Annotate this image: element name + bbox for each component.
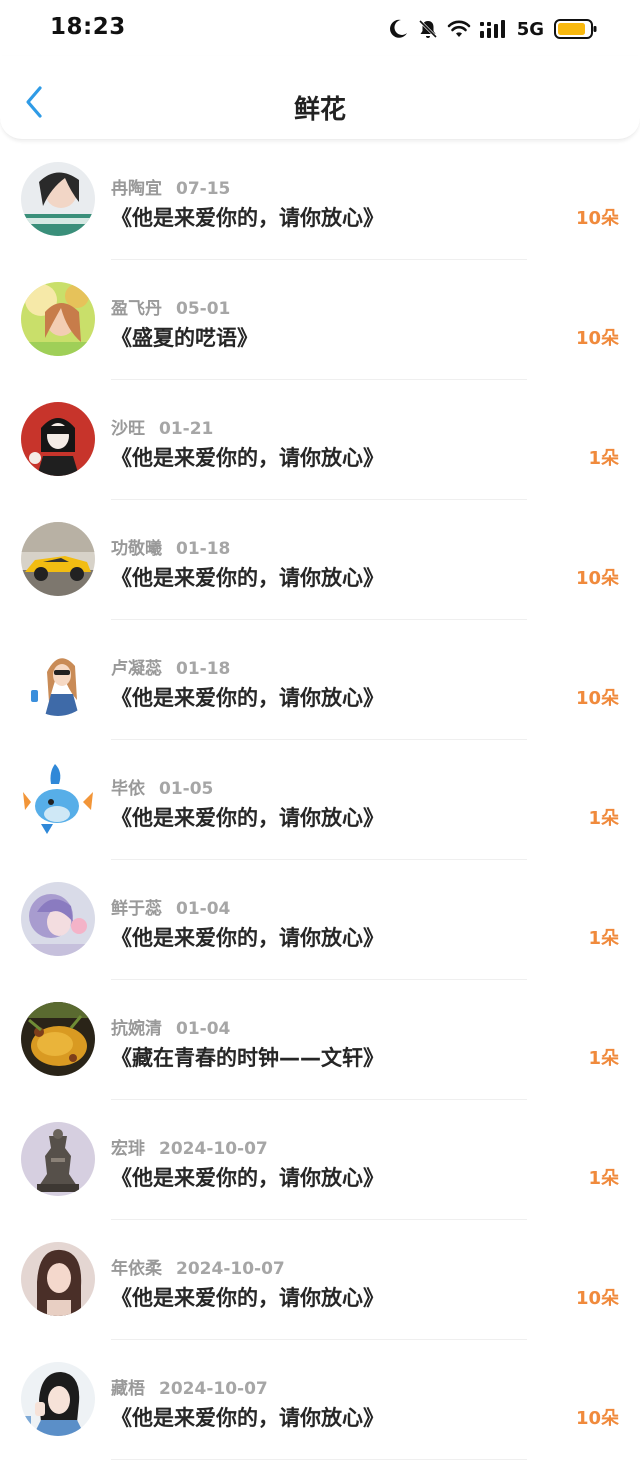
sender-name: 盈飞丹 05-01 — [111, 299, 231, 319]
book-title: 《他是来爱你的，请你放心》 — [111, 446, 384, 470]
flower-count: 10朵 — [575, 208, 619, 229]
book-title: 《他是来爱你的，请你放心》 — [111, 806, 384, 830]
avatar — [21, 522, 95, 596]
list-item[interactable]: 功敬曦 01-18 《他是来爱你的，请你放心》 10朵 — [0, 500, 640, 620]
sent-date: 05-01 — [176, 299, 231, 319]
avatar — [21, 642, 95, 716]
flower-count: 1朵 — [588, 928, 619, 949]
flower-count: 1朵 — [588, 1048, 619, 1069]
sender-name: 卢凝蕊 01-18 — [111, 659, 231, 679]
list-item[interactable]: 毕依 01-05 《他是来爱你的，请你放心》 1朵 — [0, 740, 640, 860]
sent-date: 01-18 — [176, 539, 231, 559]
list-item[interactable]: 宏琲 2024-10-07 《他是来爱你的，请你放心》 1朵 — [0, 1100, 640, 1220]
avatar — [21, 1362, 95, 1436]
book-title: 《他是来爱你的，请你放心》 — [111, 566, 384, 590]
moon-icon — [387, 18, 409, 40]
sender-name: 年依柔 2024-10-07 — [111, 1259, 285, 1279]
flower-count: 10朵 — [575, 1408, 619, 1429]
list-item[interactable]: 冉陶宜 07-15 《他是来爱你的，请你放心》 10朵 — [0, 140, 640, 260]
book-title: 《他是来爱你的，请你放心》 — [111, 926, 384, 950]
sender-name: 藏梧 2024-10-07 — [111, 1379, 268, 1399]
sent-date: 2024-10-07 — [159, 1379, 268, 1399]
sender-name: 抗婉清 01-04 — [111, 1019, 231, 1039]
sent-date: 01-05 — [159, 779, 214, 799]
avatar — [21, 1242, 95, 1316]
book-title: 《他是来爱你的，请你放心》 — [111, 1406, 384, 1430]
sender-name: 宏琲 2024-10-07 — [111, 1139, 268, 1159]
list-item[interactable]: 藏梧 2024-10-07 《他是来爱你的，请你放心》 10朵 — [0, 1340, 640, 1460]
bell-muted-icon — [417, 18, 439, 40]
flower-count: 10朵 — [575, 568, 619, 589]
book-title: 《他是来爱你的，请你放心》 — [111, 1166, 384, 1190]
sent-date: 2024-10-07 — [176, 1259, 285, 1279]
sender-name: 沙旺 01-21 — [111, 419, 214, 439]
avatar — [21, 282, 95, 356]
sender-name: 鲜于蕊 01-04 — [111, 899, 231, 919]
avatar — [21, 402, 95, 476]
status-icons: 5G — [387, 16, 598, 42]
flower-count: 10朵 — [575, 1288, 619, 1309]
avatar — [21, 162, 95, 236]
signal-icon — [479, 19, 509, 39]
avatar — [21, 762, 95, 836]
status-time: 18:23 — [50, 14, 126, 40]
list-item[interactable]: 卢凝蕊 01-18 《他是来爱你的，请你放心》 10朵 — [0, 620, 640, 740]
list-item[interactable]: 沙旺 01-21 《他是来爱你的，请你放心》 1朵 — [0, 380, 640, 500]
book-title: 《他是来爱你的，请你放心》 — [111, 206, 384, 230]
sent-date: 01-04 — [176, 899, 231, 919]
sender-name: 功敬曦 01-18 — [111, 539, 231, 559]
battery-icon — [554, 18, 598, 40]
list-item[interactable]: 鲜于蕊 01-04 《他是来爱你的，请你放心》 1朵 — [0, 860, 640, 980]
flower-count: 1朵 — [588, 808, 619, 829]
nav-bar: 鲜花 — [0, 56, 640, 140]
sender-name: 毕依 01-05 — [111, 779, 214, 799]
sent-date: 01-21 — [159, 419, 214, 439]
sent-date: 07-15 — [176, 179, 231, 199]
book-title: 《盛夏的呓语》 — [111, 326, 258, 350]
flower-count: 1朵 — [588, 1168, 619, 1189]
flower-record-list: 冉陶宜 07-15 《他是来爱你的，请你放心》 10朵 盈飞丹 05-01 《盛夏的… — [0, 140, 640, 1460]
network-type: 5G — [516, 18, 544, 40]
avatar — [21, 1002, 95, 1076]
flower-count: 10朵 — [575, 688, 619, 709]
book-title: 《他是来爱你的，请你放心》 — [111, 686, 384, 710]
list-item[interactable]: 盈飞丹 05-01 《盛夏的呓语》 10朵 — [0, 260, 640, 380]
book-title: 《藏在青春的时钟——文轩》 — [111, 1046, 384, 1070]
sent-date: 01-04 — [176, 1019, 231, 1039]
flower-count: 1朵 — [588, 448, 619, 469]
page-title: 鲜花 — [293, 95, 346, 125]
list-item[interactable]: 年依柔 2024-10-07 《他是来爱你的，请你放心》 10朵 — [0, 1220, 640, 1340]
sent-date: 2024-10-07 — [159, 1139, 268, 1159]
avatar — [21, 882, 95, 956]
wifi-icon — [447, 19, 471, 39]
book-title: 《他是来爱你的，请你放心》 — [111, 1286, 384, 1310]
sender-name: 冉陶宜 07-15 — [111, 179, 231, 199]
status-bar: 18:23 5G — [0, 0, 640, 56]
flower-count: 10朵 — [575, 328, 619, 349]
list-item[interactable]: 抗婉清 01-04 《藏在青春的时钟——文轩》 1朵 — [0, 980, 640, 1100]
avatar — [21, 1122, 95, 1196]
sent-date: 01-18 — [176, 659, 231, 679]
